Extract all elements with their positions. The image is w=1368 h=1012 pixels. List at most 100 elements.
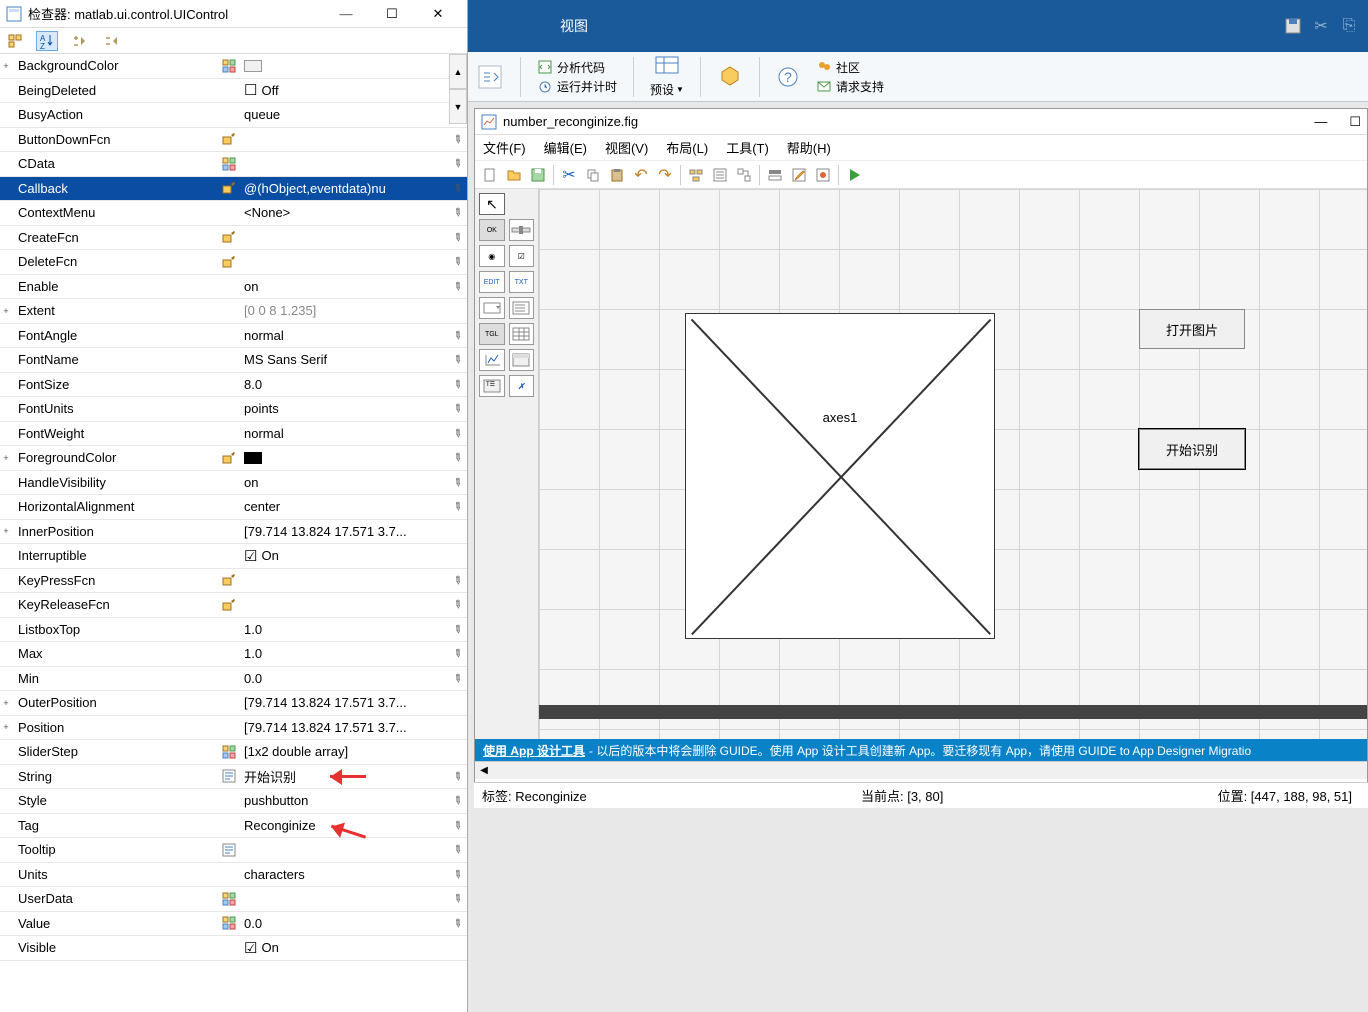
group-button[interactable]	[4, 31, 26, 51]
help-button[interactable]: ?	[776, 65, 800, 89]
property-row-deletefcn[interactable]: DeleteFcn✎	[0, 250, 467, 275]
open-image-button[interactable]: 打开图片	[1139, 309, 1245, 349]
property-row-max[interactable]: Max1.0✎	[0, 642, 467, 667]
sort-button[interactable]: AZ	[36, 31, 58, 51]
editor-icon[interactable]	[788, 164, 810, 186]
align-icon[interactable]	[685, 164, 707, 186]
property-row-horizontalalignment[interactable]: HorizontalAlignmentcenter✎	[0, 495, 467, 520]
property-row-buttondownfcn[interactable]: ButtonDownFcn✎	[0, 128, 467, 153]
collapse-button[interactable]	[100, 31, 122, 51]
property-row-string[interactable]: String开始识别✎	[0, 765, 467, 790]
horizontal-scrollbar[interactable]: ◀	[475, 761, 1367, 779]
tab-order-icon[interactable]	[733, 164, 755, 186]
request-support-button[interactable]: 请求支持	[816, 78, 884, 95]
property-row-extent[interactable]: +Extent[0 0 8 1.235]	[0, 299, 467, 324]
preset-button[interactable]: 预设▼	[650, 55, 684, 98]
run-icon[interactable]	[843, 164, 865, 186]
redo-icon[interactable]: ↷	[654, 164, 676, 186]
toolbar-editor-icon[interactable]	[764, 164, 786, 186]
copy-icon[interactable]	[582, 164, 604, 186]
property-row-busyaction[interactable]: BusyActionqueue✎	[0, 103, 467, 128]
select-tool[interactable]: ↖	[479, 193, 505, 215]
property-row-value[interactable]: Value0.0✎	[0, 912, 467, 937]
axes-component[interactable]: axes1	[685, 313, 995, 639]
banner-link[interactable]: 使用 App 设计工具	[483, 742, 589, 759]
radio-tool[interactable]: ◉	[479, 245, 505, 267]
buttongroup-tool[interactable]: T☰	[479, 375, 505, 397]
property-row-enable[interactable]: Enableon✎	[0, 275, 467, 300]
tab-view[interactable]: 视图	[528, 16, 620, 36]
property-row-fontweight[interactable]: FontWeightnormal✎	[0, 422, 467, 447]
activex-tool[interactable]: ✗	[509, 375, 535, 397]
close-button[interactable]: ✕	[415, 1, 461, 27]
menu-item[interactable]: 文件(F)	[483, 138, 526, 157]
cut-icon[interactable]: ✂	[1310, 15, 1332, 37]
pushbutton-tool[interactable]: OK	[479, 219, 505, 241]
slider-tool[interactable]	[509, 219, 535, 241]
property-row-style[interactable]: Stylepushbutton✎	[0, 789, 467, 814]
table-tool[interactable]	[509, 323, 535, 345]
property-row-visible[interactable]: Visible☑ On	[0, 936, 467, 961]
open-icon[interactable]	[503, 164, 525, 186]
guide-titlebar[interactable]: number_reconginize.fig — ☐	[475, 109, 1367, 135]
cut-icon[interactable]: ✂	[558, 164, 580, 186]
copy-icon[interactable]: ⎘	[1338, 15, 1360, 37]
property-row-userdata[interactable]: UserData✎	[0, 887, 467, 912]
property-row-tag[interactable]: TagReconginize✎	[0, 814, 467, 839]
menu-item[interactable]: 帮助(H)	[787, 138, 831, 157]
analyze-code-button[interactable]: 分析代码	[537, 59, 617, 76]
property-row-tooltip[interactable]: Tooltip✎	[0, 838, 467, 863]
expand-button[interactable]	[68, 31, 90, 51]
minimize-button[interactable]: —	[323, 1, 369, 27]
property-row-fontunits[interactable]: FontUnitspoints✎	[0, 397, 467, 422]
axes-tool[interactable]	[479, 349, 505, 371]
migration-banner[interactable]: 使用 App 设计工具 - 以后的版本中将会删除 GUIDE。使用 App 设计…	[475, 739, 1367, 761]
property-row-handlevisibility[interactable]: HandleVisibilityon✎	[0, 471, 467, 496]
flip-scroll[interactable]: ▲▼	[449, 54, 467, 124]
undo-icon[interactable]: ↶	[630, 164, 652, 186]
popup-tool[interactable]	[479, 297, 505, 319]
property-row-fontangle[interactable]: FontAnglenormal✎	[0, 324, 467, 349]
menu-editor-icon[interactable]	[709, 164, 731, 186]
menu-item[interactable]: 工具(T)	[726, 138, 769, 157]
property-row-cdata[interactable]: CData✎	[0, 152, 467, 177]
panel-tool[interactable]	[509, 349, 535, 371]
property-row-keyreleasefcn[interactable]: KeyReleaseFcn✎	[0, 593, 467, 618]
property-row-foregroundcolor[interactable]: +ForegroundColor✎	[0, 446, 467, 471]
property-row-units[interactable]: Unitscharacters✎	[0, 863, 467, 888]
edit-tool[interactable]: EDIT	[479, 271, 505, 293]
save-icon[interactable]	[527, 164, 549, 186]
run-timer-button[interactable]: 运行并计时	[537, 78, 617, 95]
text-tool[interactable]: TXT	[509, 271, 535, 293]
property-row-fontname[interactable]: FontNameMS Sans Serif✎	[0, 348, 467, 373]
property-row-fontsize[interactable]: FontSize8.0✎	[0, 373, 467, 398]
figure-canvas[interactable]: axes1 打开图片 开始识别	[539, 189, 1367, 739]
property-row-outerposition[interactable]: +OuterPosition[79.714 13.824 17.571 3.7.…	[0, 691, 467, 716]
toggle-tool[interactable]: TGL	[479, 323, 505, 345]
property-row-interruptible[interactable]: Interruptible☑ On	[0, 544, 467, 569]
property-row-keypressfcn[interactable]: KeyPressFcn✎	[0, 569, 467, 594]
save-icon[interactable]	[1282, 15, 1304, 37]
menu-item[interactable]: 视图(V)	[605, 138, 648, 157]
property-row-position[interactable]: +Position[79.714 13.824 17.571 3.7...	[0, 716, 467, 741]
property-row-min[interactable]: Min0.0✎	[0, 667, 467, 692]
property-row-contextmenu[interactable]: ContextMenu<None>✎	[0, 201, 467, 226]
menu-item[interactable]: 编辑(E)	[544, 138, 587, 157]
inspector-titlebar[interactable]: 检查器: matlab.ui.control.UIControl — ☐ ✕	[0, 0, 467, 28]
property-row-createfcn[interactable]: CreateFcn✎	[0, 226, 467, 251]
property-row-listboxtop[interactable]: ListboxTop1.0✎	[0, 618, 467, 643]
community-button[interactable]: 社区	[816, 59, 884, 76]
addon-button[interactable]	[717, 64, 743, 90]
property-row-innerposition[interactable]: +InnerPosition[79.714 13.824 17.571 3.7.…	[0, 520, 467, 545]
checkbox-tool[interactable]: ☑	[509, 245, 535, 267]
object-browser-icon[interactable]	[812, 164, 834, 186]
maximize-button[interactable]: ☐	[369, 1, 415, 27]
menu-item[interactable]: 布局(L)	[666, 138, 708, 157]
property-row-callback[interactable]: Callback@(hObject,eventdata)nu✎	[0, 177, 467, 202]
guide-minimize-button[interactable]: —	[1314, 114, 1327, 130]
property-row-sliderstep[interactable]: SliderStep[1x2 double array]	[0, 740, 467, 765]
recognize-button[interactable]: 开始识别	[1139, 429, 1245, 469]
listbox-tool[interactable]	[509, 297, 535, 319]
property-row-backgroundcolor[interactable]: +BackgroundColor✎	[0, 54, 467, 79]
property-row-beingdeleted[interactable]: BeingDeleted☐ Off	[0, 79, 467, 104]
